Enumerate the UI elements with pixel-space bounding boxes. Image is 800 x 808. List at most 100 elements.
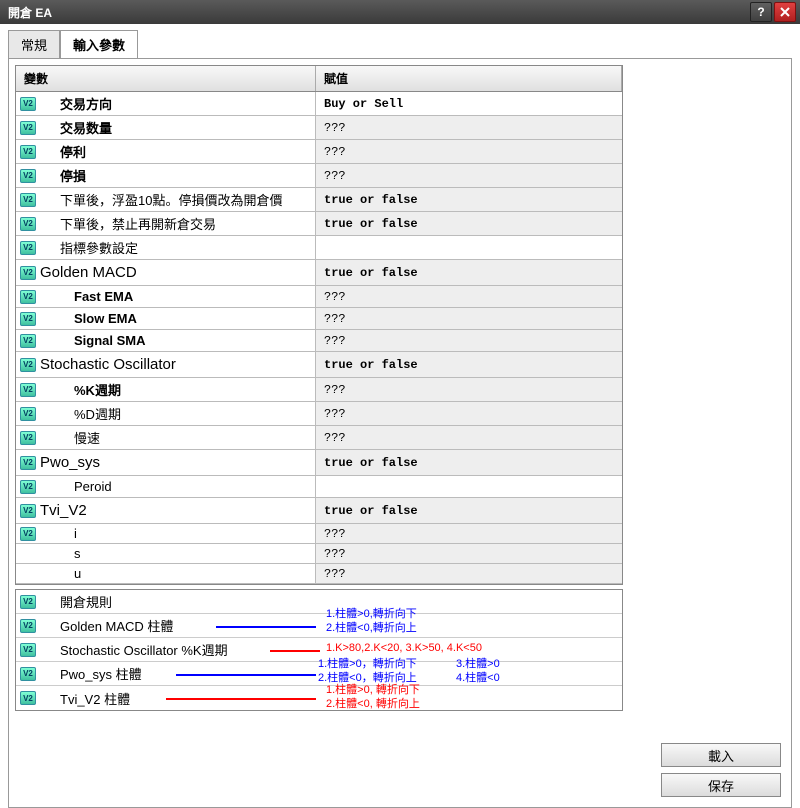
param-value-cell[interactable]: true or false: [316, 352, 622, 377]
param-value-cell[interactable]: ???: [316, 286, 622, 307]
grid-header: 變數 賦值: [16, 66, 622, 92]
param-variable-cell: V2指標參數設定: [16, 236, 316, 259]
params-grid: 變數 賦值 V2交易方向Buy or SellV2交易数量???V2停利???V…: [15, 65, 623, 585]
rule-pwo[interactable]: V2 Pwo_sys 柱體 1.柱體>0，轉折向下 2.柱體<0，轉折向上 3.…: [16, 662, 622, 686]
param-row[interactable]: V2交易方向Buy or Sell: [16, 92, 622, 116]
param-variable-name: Tvi_V2: [40, 502, 87, 519]
param-row[interactable]: V2Stochastic Oscillatortrue or false: [16, 352, 622, 378]
param-variable-name: Peroid: [40, 479, 112, 494]
rules-header-row[interactable]: V2 開倉規則: [16, 590, 622, 614]
param-row[interactable]: V2 Slow EMA???: [16, 308, 622, 330]
rule-line-red: [270, 650, 320, 652]
v2-icon: V2: [20, 667, 36, 681]
param-value-cell[interactable]: ???: [316, 426, 622, 449]
anno-stoch: 1.K>80,2.K<20, 3.K>50, 4.K<50: [326, 642, 482, 655]
titlebar: 開倉 EA ?: [0, 0, 800, 24]
tab-general[interactable]: 常規: [8, 30, 60, 58]
param-value-cell[interactable]: true or false: [316, 450, 622, 475]
param-value-cell[interactable]: ???: [316, 308, 622, 329]
anno-macd2: 2.柱體<0,轉折向上: [326, 622, 417, 635]
param-row[interactable]: V2%K週期???: [16, 378, 622, 402]
help-button[interactable]: ?: [750, 2, 772, 22]
param-value-cell[interactable]: ???: [316, 564, 622, 583]
param-row[interactable]: V2%D週期???: [16, 402, 622, 426]
v2-icon: V2: [20, 480, 36, 494]
param-value-cell[interactable]: ???: [316, 544, 622, 563]
v2-icon: V2: [20, 290, 36, 304]
param-variable-name: 慢速: [40, 428, 100, 447]
param-value-cell[interactable]: Buy or Sell: [316, 92, 622, 115]
param-row[interactable]: V2 Pwo_sys true or false: [16, 450, 622, 476]
param-variable-name: 指標參數設定: [40, 238, 138, 257]
param-value-cell[interactable]: true or false: [316, 260, 622, 285]
param-variable-name: 下單後，禁止再開新倉交易: [40, 214, 216, 233]
param-value-cell[interactable]: ???: [316, 330, 622, 351]
param-row[interactable]: V2Tvi_V2true or false: [16, 498, 622, 524]
v2-icon: V2: [20, 383, 36, 397]
param-row[interactable]: V2指標參數設定: [16, 236, 622, 260]
close-button[interactable]: [774, 2, 796, 22]
param-variable-cell: V2 Slow EMA: [16, 308, 316, 329]
param-value-cell[interactable]: true or false: [316, 498, 622, 523]
v2-icon: V2: [20, 145, 36, 159]
param-row[interactable]: s???: [16, 544, 622, 564]
param-variable-name: Slow EMA: [40, 311, 137, 326]
param-variable-cell: V2停損: [16, 164, 316, 187]
v2-icon: V2: [20, 312, 36, 326]
param-row[interactable]: V2Fast EMA???: [16, 286, 622, 308]
param-value-cell[interactable]: [316, 236, 622, 259]
param-row[interactable]: V2 停利???: [16, 140, 622, 164]
param-row[interactable]: V2慢速???: [16, 426, 622, 450]
v2-icon: V2: [20, 619, 36, 633]
rule-tvi[interactable]: V2 Tvi_V2 柱體 1.柱體>0, 轉折向下 2.柱體<0, 轉折向上: [16, 686, 622, 710]
param-value-cell[interactable]: ???: [316, 140, 622, 163]
rule-label: Tvi_V2 柱體: [40, 689, 130, 708]
param-value-cell[interactable]: true or false: [316, 188, 622, 211]
v2-icon: V2: [20, 595, 36, 609]
param-row[interactable]: V2下單後，禁止再開新倉交易true or false: [16, 212, 622, 236]
param-variable-name: 交易数量: [40, 118, 112, 137]
param-value-cell[interactable]: true or false: [316, 212, 622, 235]
rule-label: Golden MACD 柱體: [40, 616, 173, 635]
content-area: 變數 賦值 V2交易方向Buy or SellV2交易数量???V2停利???V…: [8, 58, 792, 808]
param-variable-cell: V2%D週期: [16, 402, 316, 425]
param-value-cell[interactable]: ???: [316, 164, 622, 187]
titlebar-buttons: ?: [750, 2, 796, 22]
param-variable-cell: V2 Peroid: [16, 476, 316, 497]
param-variable-cell: V2 停利: [16, 140, 316, 163]
param-variable-cell: V2Fast EMA: [16, 286, 316, 307]
v2-icon: V2: [20, 169, 36, 183]
param-variable-cell: V2慢速: [16, 426, 316, 449]
param-variable-name: u: [40, 566, 81, 581]
rule-macd[interactable]: V2 Golden MACD 柱體 1.柱體>0,轉折向下 2.柱體<0,轉折向…: [16, 614, 622, 638]
param-row[interactable]: V2下單後，浮盈10點。停損價改為開倉價true or false: [16, 188, 622, 212]
tab-input-params[interactable]: 輸入參數: [60, 30, 138, 58]
anno-pwo3: 3.柱體>0: [456, 658, 500, 671]
param-variable-cell: V2下單後，浮盈10點。停損價改為開倉價: [16, 188, 316, 211]
param-variable-cell: s: [16, 544, 316, 563]
load-button[interactable]: 載入: [661, 743, 781, 767]
param-row[interactable]: V2 Peroid: [16, 476, 622, 498]
v2-icon: V2: [20, 456, 36, 470]
param-value-cell[interactable]: ???: [316, 402, 622, 425]
param-value-cell[interactable]: [316, 476, 622, 497]
v2-icon: V2: [20, 266, 36, 280]
anno-macd1: 1.柱體>0,轉折向下: [326, 608, 417, 621]
dialog-buttons: 載入 保存: [661, 743, 781, 797]
param-row[interactable]: u???: [16, 564, 622, 584]
param-value-cell[interactable]: ???: [316, 378, 622, 401]
param-value-cell[interactable]: ???: [316, 524, 622, 543]
param-row[interactable]: V2Golden MACDtrue or false: [16, 260, 622, 286]
param-row[interactable]: V2 交易数量???: [16, 116, 622, 140]
param-row[interactable]: V2Signal SMA???: [16, 330, 622, 352]
param-variable-name: Pwo_sys: [40, 454, 100, 471]
anno-pwo4: 4.柱體<0: [456, 672, 500, 685]
param-variable-name: %D週期: [40, 404, 121, 423]
save-button[interactable]: 保存: [661, 773, 781, 797]
rule-line-blue: [176, 674, 316, 676]
v2-icon: V2: [20, 121, 36, 135]
param-variable-name: 停利: [40, 142, 86, 161]
param-value-cell[interactable]: ???: [316, 116, 622, 139]
param-row[interactable]: V2i???: [16, 524, 622, 544]
param-row[interactable]: V2停損???: [16, 164, 622, 188]
